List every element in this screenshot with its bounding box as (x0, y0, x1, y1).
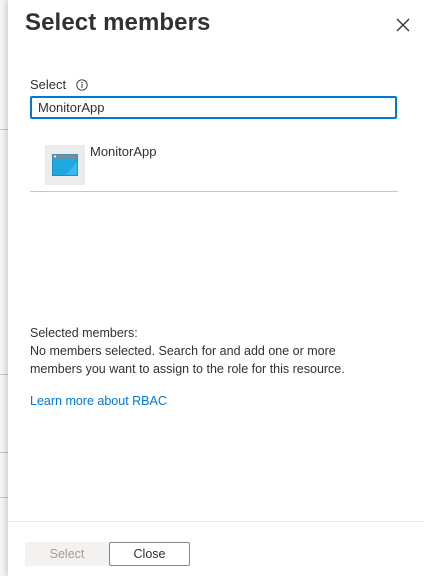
close-button[interactable]: Close (109, 542, 190, 566)
select-field-label: Select (30, 77, 88, 92)
close-icon (396, 18, 410, 32)
learn-more-rbac-link[interactable]: Learn more about RBAC (30, 394, 167, 408)
select-button[interactable]: Select (25, 542, 109, 566)
search-result-name: MonitorApp (90, 144, 157, 159)
footer-divider (8, 521, 424, 522)
selected-members-message-line2: members you want to assign to the role f… (30, 362, 345, 376)
selected-members-section: Selected members: No members selected. S… (30, 324, 400, 378)
close-panel-button[interactable] (392, 14, 414, 36)
selected-members-message-line1: No members selected. Search for and add … (30, 344, 336, 358)
background-divider (0, 129, 8, 130)
panel-title: Select members (25, 9, 211, 36)
app-registration-icon (45, 145, 85, 185)
background-divider (0, 497, 8, 498)
select-label-text: Select (30, 77, 67, 92)
background-divider (0, 452, 8, 453)
background-divider (0, 374, 8, 375)
info-icon[interactable] (76, 78, 88, 91)
search-result-item[interactable]: MonitorApp (30, 138, 398, 192)
select-members-panel: Select members Select MonitorApp Monitor… (8, 0, 424, 576)
member-search-input[interactable] (30, 96, 397, 119)
background-page (0, 0, 8, 576)
selected-members-heading: Selected members: (30, 326, 138, 340)
